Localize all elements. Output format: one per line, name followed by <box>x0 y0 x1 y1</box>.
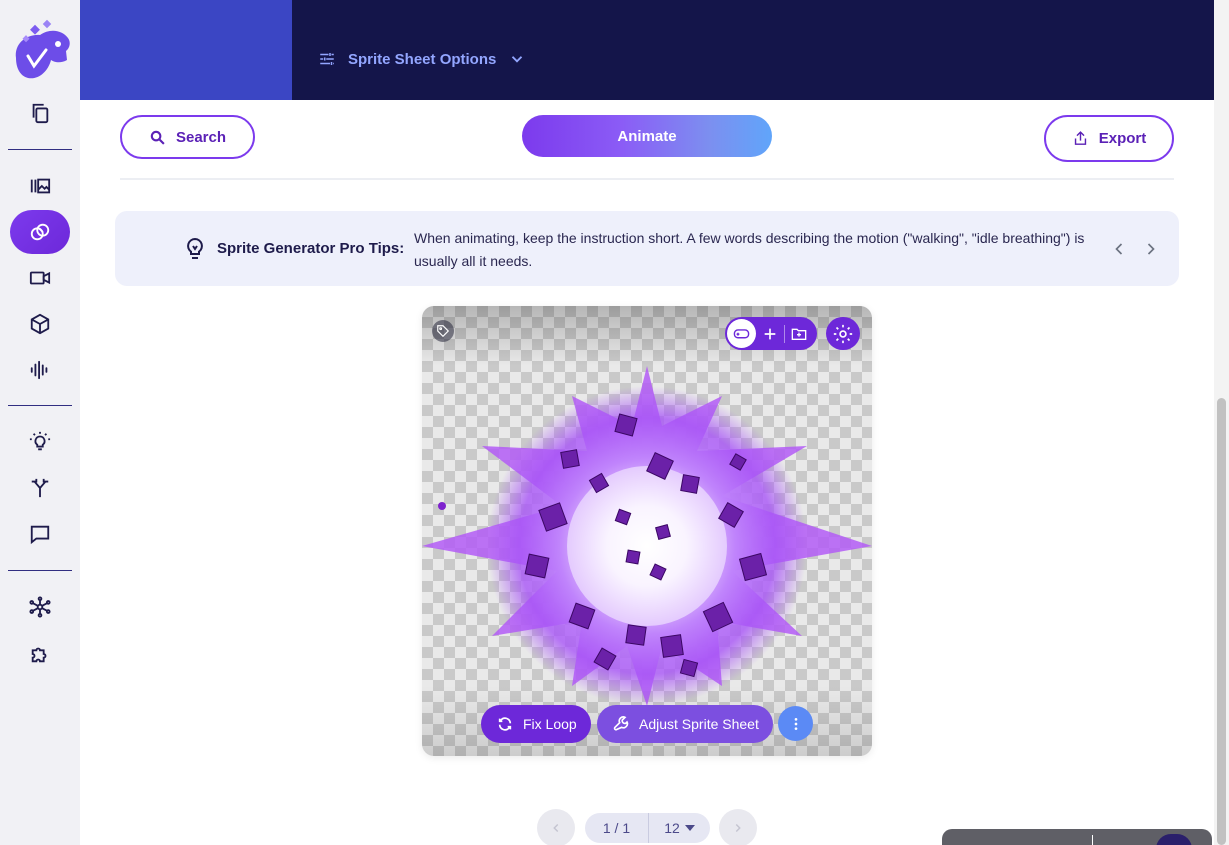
widget-divider <box>1092 835 1093 845</box>
gamepad-icon <box>733 329 750 339</box>
avatar <box>1156 834 1192 845</box>
export-button[interactable]: Export <box>1044 115 1174 162</box>
pro-tips-title: Sprite Generator Pro Tips: <box>217 240 405 257</box>
folder-plus-icon <box>791 328 807 340</box>
share-icon <box>1074 131 1086 145</box>
sliders-icon <box>320 53 334 65</box>
fix-loop-button[interactable]: Fix Loop <box>481 705 591 743</box>
add-button[interactable] <box>756 317 784 350</box>
adjust-sprite-sheet-button[interactable]: Adjust Sprite Sheet <box>597 705 773 743</box>
sprite-sheet-options-dropdown[interactable]: Sprite Sheet Options <box>318 46 526 72</box>
audio-wave-icon[interactable] <box>20 350 60 390</box>
page-scrollbar[interactable] <box>1214 0 1229 845</box>
sidebar-divider <box>8 405 72 406</box>
page-size-value: 12 <box>664 820 680 836</box>
app-logo[interactable] <box>10 18 72 84</box>
chevron-down-icon <box>512 56 523 63</box>
chevron-left-icon <box>553 823 559 833</box>
lightbulb-icon <box>187 237 203 259</box>
gallery-icon[interactable] <box>20 166 60 206</box>
pro-tips-text: When animating, keep the instruction sho… <box>414 230 1085 269</box>
pro-tips-banner: Sprite Generator Pro Tips: When animatin… <box>115 211 1179 286</box>
more-options-button[interactable] <box>778 706 813 741</box>
sprite-link-icon[interactable] <box>10 210 70 254</box>
copy-icon[interactable] <box>20 93 60 133</box>
page-size-select[interactable]: 12 <box>649 820 710 836</box>
chevron-right-icon <box>735 823 741 833</box>
animate-button-label: Animate <box>617 127 677 145</box>
chat-icon[interactable] <box>20 514 60 554</box>
search-icon <box>150 130 165 145</box>
sprite-image-card[interactable]: Fix Loop Adjust Sprite Sheet <box>422 306 872 756</box>
page-indicator: 1 / 1 <box>602 820 631 836</box>
lightbulb-icon[interactable] <box>20 422 60 462</box>
search-button[interactable]: Search <box>120 115 255 159</box>
search-button-label: Search <box>175 128 227 146</box>
scrollbar-thumb[interactable] <box>1217 398 1226 845</box>
network-icon[interactable] <box>20 587 60 627</box>
sidebar-divider <box>8 570 72 571</box>
next-page-button[interactable] <box>719 809 757 845</box>
plus-icon <box>764 328 776 339</box>
sidebar <box>0 0 80 845</box>
chevron-left-icon[interactable] <box>1109 239 1129 259</box>
header-accent-panel <box>80 0 292 100</box>
merge-icon[interactable] <box>20 468 60 508</box>
gamepad-button[interactable] <box>727 319 756 348</box>
animate-button[interactable]: Animate <box>522 115 772 157</box>
puzzle-icon[interactable] <box>20 634 60 674</box>
sidebar-divider <box>8 149 72 150</box>
settings-button[interactable] <box>826 317 860 350</box>
pagination-control: 1 / 1 12 <box>585 813 710 843</box>
card-action-pill <box>725 317 817 350</box>
floating-assistant-widget[interactable] <box>942 829 1212 845</box>
previous-page-button[interactable] <box>537 809 575 845</box>
more-vertical-icon <box>794 717 797 730</box>
toolbar-divider <box>120 178 1174 180</box>
loop-icon <box>498 717 512 731</box>
export-button-label: Export <box>1098 130 1147 147</box>
add-to-folder-button[interactable] <box>785 317 813 350</box>
sprite-sheet-options-label: Sprite Sheet Options <box>348 50 497 68</box>
caret-down-icon <box>684 825 695 831</box>
video-icon[interactable] <box>20 258 60 298</box>
chevron-right-icon[interactable] <box>1141 239 1161 259</box>
cube-icon[interactable] <box>20 304 60 344</box>
gear-icon <box>833 324 853 343</box>
tag-icon[interactable] <box>432 320 454 342</box>
fix-loop-label: Fix Loop <box>523 716 577 732</box>
top-header: Sprite Sheet Options <box>80 0 1214 100</box>
wrench-icon <box>613 716 629 731</box>
adjust-sprite-sheet-label: Adjust Sprite Sheet <box>639 716 759 732</box>
